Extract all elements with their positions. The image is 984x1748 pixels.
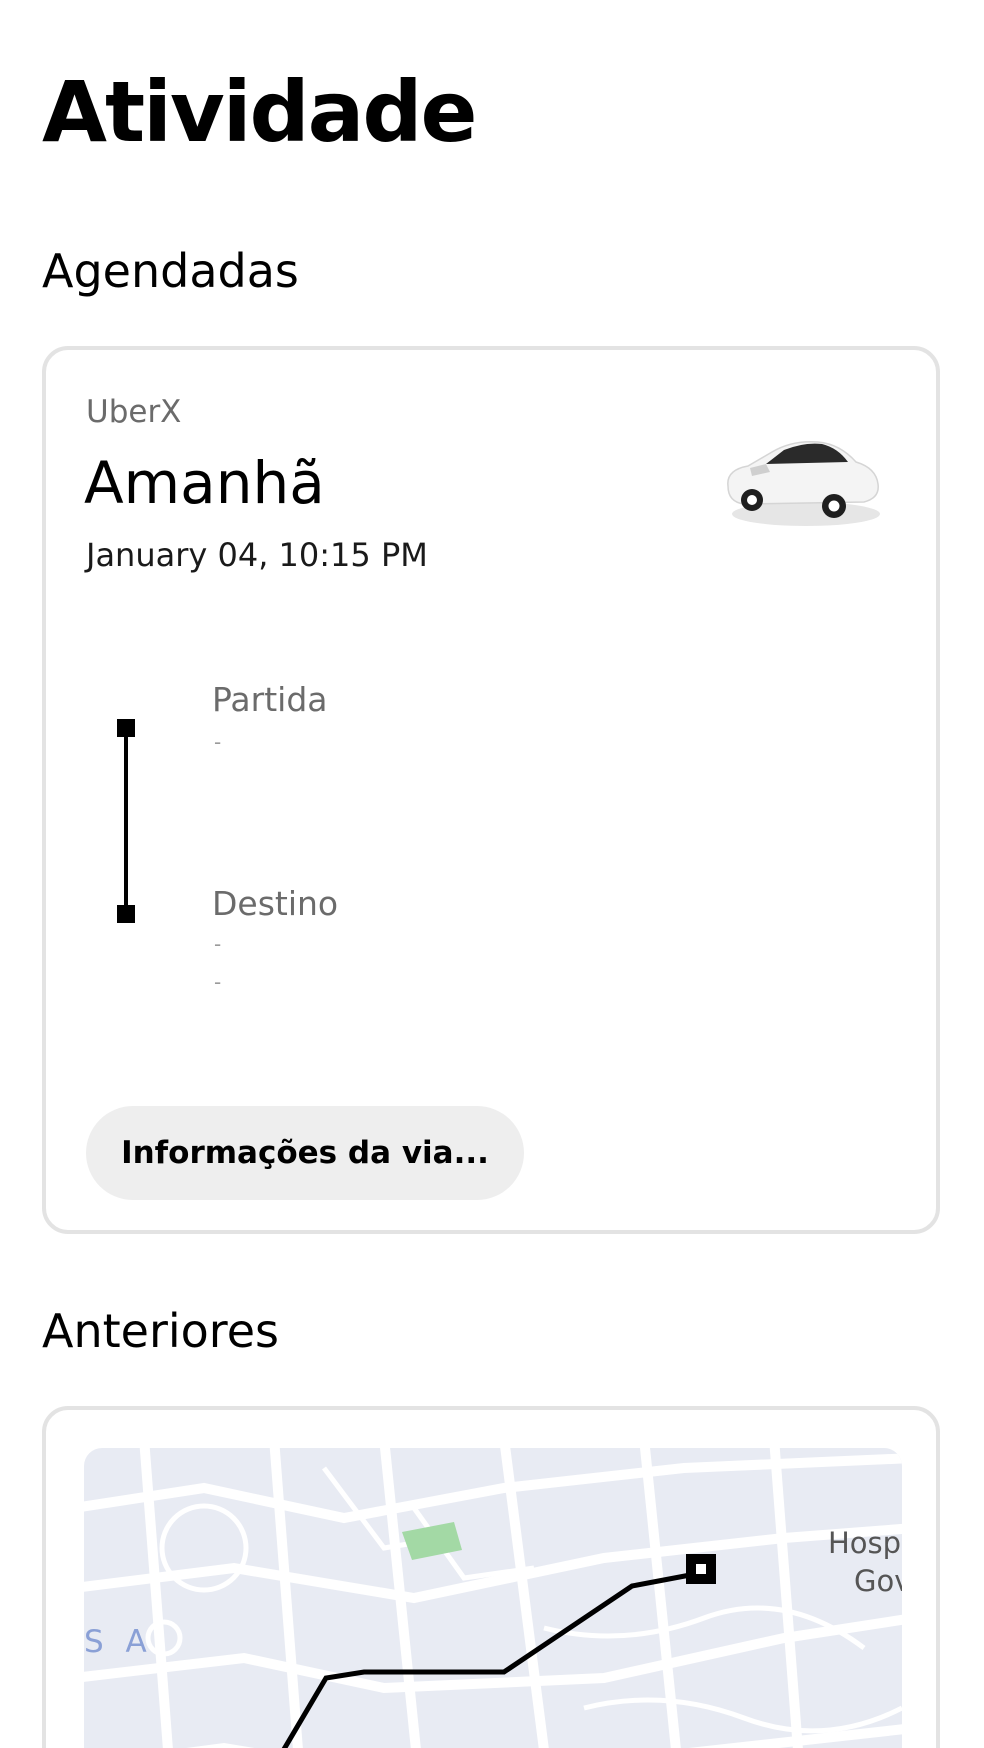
pickup-label: Partida	[212, 680, 328, 719]
trip-day: Amanhã	[84, 449, 325, 517]
trip-datetime: January 04, 10:15 PM	[86, 536, 428, 574]
product-name: UberX	[86, 394, 182, 430]
trip-map[interactable]: S A Hosp Gov	[84, 1448, 902, 1748]
dropoff-marker-icon	[117, 905, 135, 923]
map-canvas	[84, 1448, 902, 1748]
pickup-value: -	[214, 730, 222, 754]
map-label-hospital-line1: Hosp	[828, 1526, 902, 1560]
past-trip-card[interactable]: S A Hosp Gov	[42, 1406, 940, 1748]
trip-details-button-label: Informações da via...	[121, 1135, 489, 1171]
dropoff-value-line1: -	[214, 932, 222, 956]
map-label-area: S A	[84, 1624, 153, 1660]
section-title-past: Anteriores	[42, 1304, 279, 1358]
page-title: Atividade	[42, 63, 477, 161]
activity-screen: Atividade Agendadas UberX Amanhã January…	[0, 0, 984, 1748]
dropoff-value-line2: -	[214, 970, 222, 994]
pickup-marker-icon	[117, 719, 135, 737]
section-title-upcoming: Agendadas	[42, 244, 299, 298]
trip-details-button[interactable]: Informações da via...	[86, 1106, 524, 1200]
upcoming-trip-card[interactable]: UberX Amanhã January 04, 10:15 PM Partid…	[42, 346, 940, 1234]
dropoff-label: Destino	[212, 884, 339, 923]
car-icon	[727, 440, 880, 526]
route-line	[124, 722, 128, 912]
map-label-hospital: Hosp Gov	[828, 1524, 902, 1600]
map-label-hospital-line2: Gov	[854, 1564, 902, 1598]
